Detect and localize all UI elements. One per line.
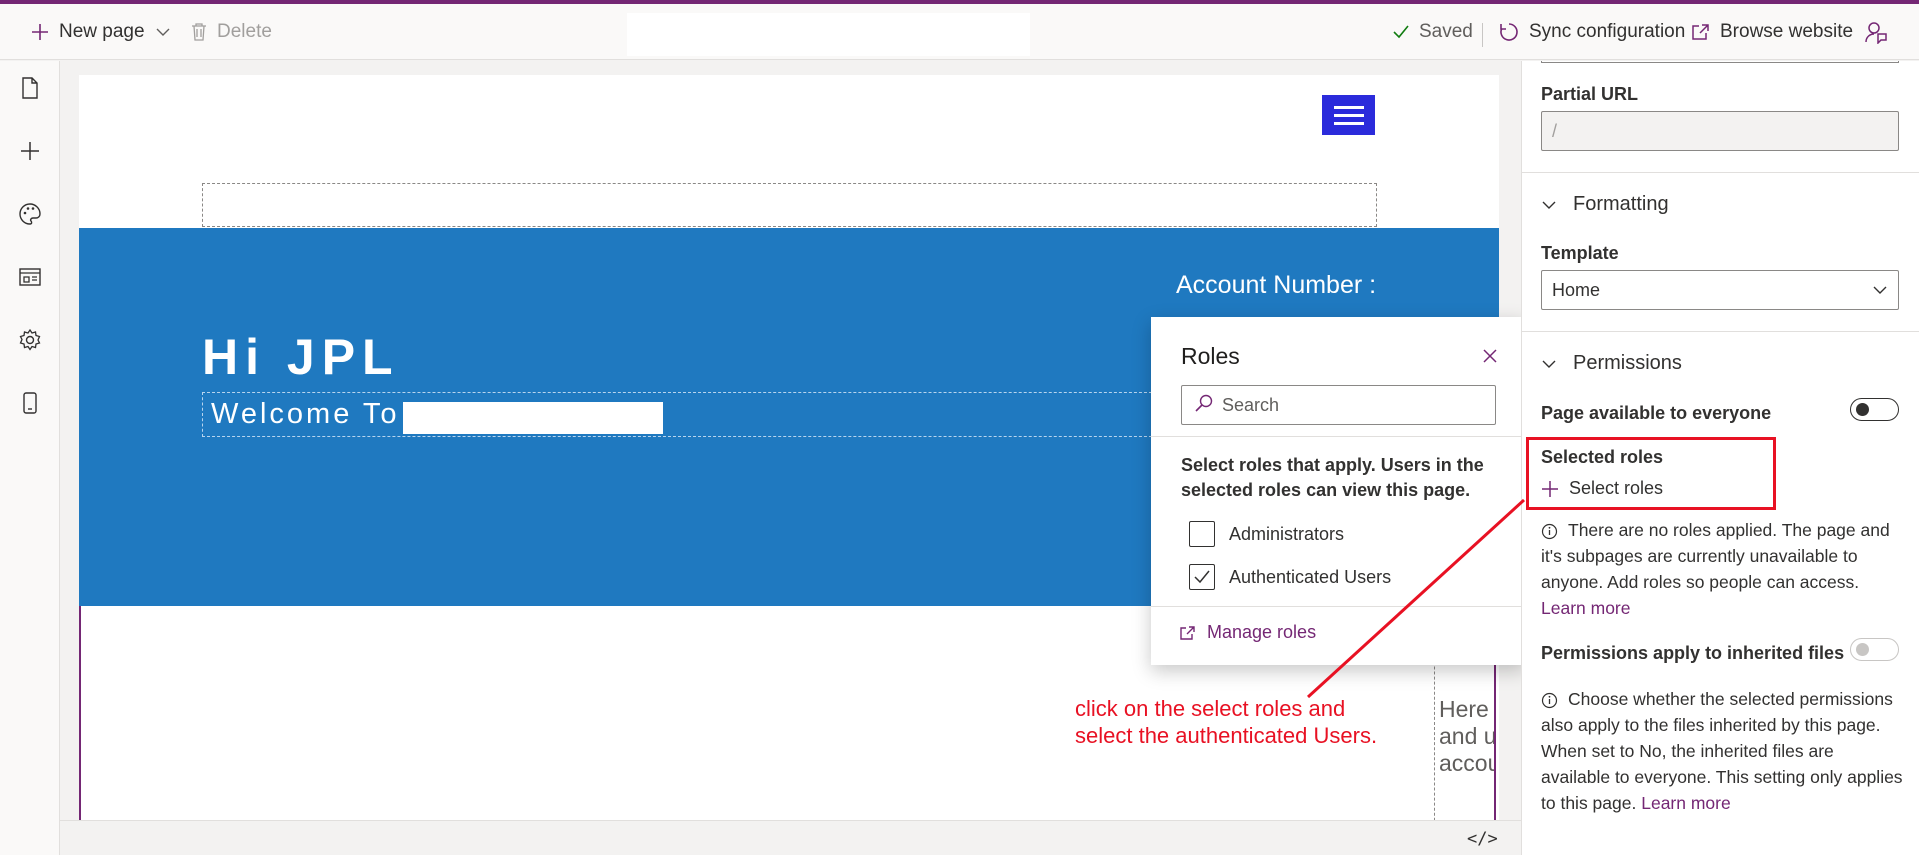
new-page-label: New page bbox=[59, 21, 145, 42]
code-view-button[interactable]: </> bbox=[1467, 829, 1498, 849]
roles-title: Roles bbox=[1181, 343, 1240, 369]
annotation-line: click on the select roles and bbox=[1075, 696, 1346, 721]
info-icon bbox=[1541, 521, 1558, 547]
info-icon bbox=[1541, 690, 1558, 716]
side-text: Here you can view and update your accoun… bbox=[1439, 696, 1494, 776]
settings-icon[interactable] bbox=[17, 327, 43, 353]
chevron-down-icon bbox=[155, 24, 171, 40]
add-icon bbox=[1541, 480, 1559, 498]
trash-icon bbox=[190, 22, 208, 42]
checkmark-icon bbox=[1194, 570, 1210, 584]
inherit-permissions-label: Permissions apply to inherited files bbox=[1541, 643, 1845, 663]
roles-description: Select roles that apply. Users in the se… bbox=[1181, 455, 1484, 500]
role-label: Administrators bbox=[1229, 523, 1345, 544]
menu-line bbox=[1333, 105, 1364, 109]
browse-label: Browse website bbox=[1720, 21, 1854, 42]
new-page-button[interactable]: New page bbox=[30, 4, 171, 60]
sync-label: Sync configuration bbox=[1529, 21, 1686, 42]
menu-line bbox=[1333, 121, 1364, 125]
template-dropdown[interactable]: Home bbox=[1541, 270, 1899, 310]
permissions-section-toggle[interactable]: Permissions bbox=[1541, 352, 1682, 375]
page-available-label: Page available to everyone bbox=[1541, 403, 1772, 423]
checkbox-unchecked[interactable] bbox=[1189, 521, 1215, 547]
sync-configuration-button[interactable]: Sync configuration bbox=[1498, 4, 1685, 60]
divider bbox=[1522, 172, 1919, 173]
template-label: Template bbox=[1541, 243, 1619, 263]
chevron-down-icon bbox=[1541, 197, 1557, 213]
formatting-header: Formatting bbox=[1573, 193, 1669, 215]
inherit-info: Choose whether the selected permissions … bbox=[1541, 686, 1906, 816]
no-roles-info: There are no roles applied. The page and… bbox=[1541, 517, 1906, 621]
divider bbox=[1522, 331, 1919, 332]
toggle-knob bbox=[1856, 643, 1869, 656]
role-option-administrators[interactable]: Administrators bbox=[1189, 521, 1344, 547]
roles-search-input[interactable] bbox=[1222, 394, 1482, 416]
saved-status: Saved bbox=[1392, 4, 1473, 60]
select-roles-button[interactable]: Select roles bbox=[1541, 478, 1663, 499]
roles-callout: Roles Select roles that apply. Users in … bbox=[1151, 317, 1526, 665]
role-option-authenticated-users[interactable]: Authenticated Users bbox=[1189, 564, 1391, 590]
formatting-section-toggle[interactable]: Formatting bbox=[1541, 193, 1669, 216]
toggle-knob bbox=[1856, 403, 1869, 416]
learn-more-link[interactable]: Learn more bbox=[1641, 793, 1731, 813]
add-icon[interactable] bbox=[17, 138, 43, 164]
checkmark-icon bbox=[1392, 24, 1410, 40]
divider bbox=[1151, 436, 1526, 437]
page-available-toggle[interactable] bbox=[1850, 398, 1899, 421]
command-bar: New page Delete Saved Sync configuration… bbox=[0, 4, 1919, 60]
delete-label: Delete bbox=[217, 21, 272, 42]
roles-search-box[interactable] bbox=[1181, 385, 1496, 425]
chevron-down-icon bbox=[1541, 356, 1557, 372]
menu-line bbox=[1333, 113, 1364, 117]
selected-roles-label: Selected roles bbox=[1541, 447, 1664, 467]
hamburger-menu-button[interactable] bbox=[1322, 95, 1375, 135]
instruction-annotation: click on the select roles and select the… bbox=[1075, 695, 1377, 749]
no-roles-text: There are no roles applied. The page and… bbox=[1541, 520, 1890, 592]
welcome-text-block[interactable]: Welcome To bbox=[202, 392, 1162, 437]
feedback-icon[interactable] bbox=[1864, 20, 1888, 49]
learn-more-link[interactable]: Learn more bbox=[1541, 598, 1631, 618]
divider bbox=[1151, 606, 1526, 607]
account-number-label: Account Number : bbox=[1176, 271, 1377, 299]
template-value: Home bbox=[1552, 280, 1601, 300]
saved-label: Saved bbox=[1419, 21, 1473, 42]
redacted-site-name bbox=[627, 13, 1030, 56]
empty-section-placeholder[interactable] bbox=[202, 183, 1377, 227]
delete-button[interactable]: Delete bbox=[190, 4, 272, 60]
pages-icon[interactable] bbox=[17, 75, 43, 101]
search-icon bbox=[1194, 393, 1214, 418]
redacted-site-name bbox=[403, 402, 663, 434]
browse-website-button[interactable]: Browse website bbox=[1691, 4, 1853, 60]
canvas-footer: </> bbox=[60, 820, 1521, 855]
page-properties-panel: Partial URL / Formatting Template Home P… bbox=[1521, 61, 1919, 855]
left-navigation-rail bbox=[0, 61, 60, 855]
previous-field-edge bbox=[1541, 61, 1899, 63]
checkbox-checked[interactable] bbox=[1189, 564, 1215, 590]
close-icon[interactable] bbox=[1477, 343, 1503, 369]
manage-roles-link[interactable]: Manage roles bbox=[1179, 622, 1316, 643]
open-external-icon bbox=[1179, 625, 1197, 641]
partial-url-input[interactable]: / bbox=[1541, 111, 1899, 151]
sync-icon bbox=[1498, 21, 1520, 43]
permissions-header: Permissions bbox=[1573, 352, 1682, 374]
welcome-text: Welcome To bbox=[211, 398, 400, 430]
add-icon bbox=[30, 22, 50, 42]
styling-icon[interactable] bbox=[17, 201, 43, 227]
partial-url-label: Partial URL bbox=[1541, 84, 1639, 104]
chevron-down-icon bbox=[1872, 282, 1888, 303]
mobile-icon[interactable] bbox=[17, 390, 43, 416]
selection-border bbox=[79, 606, 81, 846]
templates-icon[interactable] bbox=[17, 264, 43, 290]
role-label: Authenticated Users bbox=[1229, 566, 1392, 587]
inherit-permissions-toggle[interactable] bbox=[1850, 638, 1899, 661]
toolbar-divider bbox=[1482, 23, 1483, 47]
manage-roles-label: Manage roles bbox=[1207, 622, 1317, 642]
annotation-line: select the authenticated Users. bbox=[1075, 723, 1378, 748]
open-external-icon bbox=[1691, 23, 1711, 41]
greeting-heading: Hi JPL bbox=[202, 329, 400, 385]
select-roles-label: Select roles bbox=[1569, 478, 1664, 498]
